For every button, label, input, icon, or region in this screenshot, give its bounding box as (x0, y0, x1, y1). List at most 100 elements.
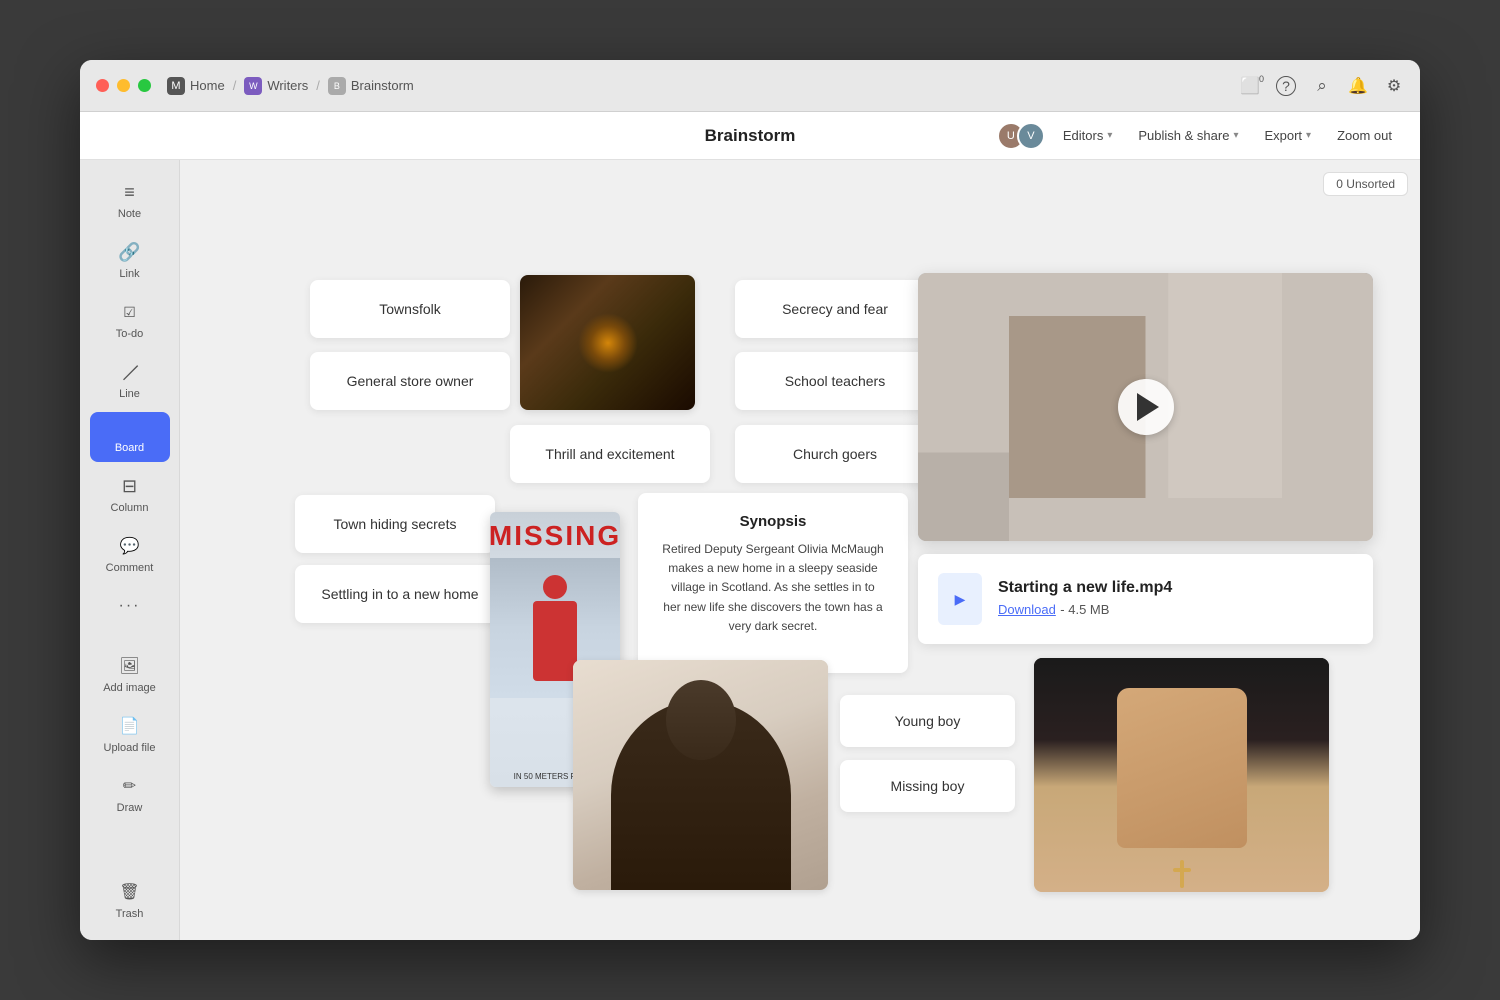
priest-photo (1034, 658, 1329, 892)
breadcrumb-sep-2: / (316, 78, 320, 93)
search-icon[interactable]: ⌕ (1312, 76, 1332, 96)
download-link[interactable]: Download (998, 602, 1056, 617)
breadcrumb-brainstorm-label: Brainstorm (351, 78, 414, 93)
writers-icon: W (244, 77, 262, 95)
sidebar-item-note[interactable]: ≡ Note (90, 172, 170, 228)
card-settling-in[interactable]: Settling in to a new home (295, 565, 505, 623)
sidebar-label-board: Board (115, 442, 144, 454)
settings-icon[interactable]: ⚙ (1384, 76, 1404, 96)
chevron-down-icon: ▾ (1306, 130, 1311, 141)
minimize-button[interactable] (117, 79, 130, 92)
sidebar-item-trash[interactable]: 🗑 Trash (90, 872, 170, 928)
file-icon (938, 573, 982, 625)
sidebar-label-draw: Draw (117, 802, 143, 814)
todo-icon: ☑ (118, 300, 142, 324)
link-icon: 🔗 (118, 240, 142, 264)
file-card[interactable]: Starting a new life.mp4 Download - 4.5 M… (918, 554, 1373, 644)
missing-text: MISSING (490, 520, 620, 552)
unsorted-badge: 0 Unsorted (1323, 172, 1408, 196)
publish-share-button[interactable]: Publish & share ▾ (1130, 124, 1246, 147)
close-button[interactable] (96, 79, 109, 92)
trash-icon: 🗑 (118, 880, 142, 904)
sidebar-label-link: Link (119, 268, 139, 280)
upload-icon: 📄 (118, 714, 142, 738)
tablet-icon[interactable]: ⬜ 0 (1240, 76, 1260, 96)
canvas: 0 Unsorted Townsfolk General store owner… (180, 160, 1420, 940)
file-size: - 4.5 MB (1060, 602, 1109, 617)
avatars: U V (997, 122, 1045, 150)
add-image-icon: 🖼 (118, 654, 142, 678)
board-icon (121, 420, 139, 438)
sidebar: ≡ Note 🔗 Link ☑ To-do — Line (80, 160, 180, 940)
breadcrumb-sep-1: / (233, 78, 237, 93)
column-icon: ⊟ (118, 474, 142, 498)
more-icon: ··· (118, 594, 142, 618)
file-download-row: Download - 4.5 MB (998, 601, 1172, 619)
comment-icon: 💬 (118, 534, 142, 558)
card-general-store[interactable]: General store owner (310, 352, 510, 410)
sidebar-label-note: Note (118, 208, 141, 220)
chevron-down-icon: ▾ (1233, 130, 1238, 141)
synopsis-card[interactable]: Synopsis Retired Deputy Sergeant Olivia … (638, 493, 908, 673)
breadcrumb-writers-label: Writers (267, 78, 308, 93)
card-school-teachers[interactable]: School teachers (735, 352, 935, 410)
sidebar-item-draw[interactable]: ✏ Draw (90, 766, 170, 822)
woman-photo (573, 660, 828, 890)
card-missing-boy[interactable]: Missing boy (840, 760, 1015, 812)
card-townsfolk[interactable]: Townsfolk (310, 280, 510, 338)
tunnel-image[interactable] (520, 275, 695, 410)
breadcrumb-home-label: Home (190, 78, 225, 93)
sidebar-item-board[interactable]: Board (90, 412, 170, 462)
draw-icon: ✏ (118, 774, 142, 798)
video-thumbnail (918, 273, 1373, 541)
breadcrumb-home[interactable]: M Home (167, 77, 225, 95)
zoom-out-button[interactable]: Zoom out (1329, 124, 1400, 147)
priest-image[interactable] (1034, 658, 1329, 892)
sidebar-item-more[interactable]: ··· (90, 586, 170, 626)
sidebar-item-comment[interactable]: 💬 Comment (90, 526, 170, 582)
sidebar-label-line: Line (119, 388, 140, 400)
sidebar-item-add-image[interactable]: 🖼 Add image (90, 646, 170, 702)
sidebar-label-todo: To-do (116, 328, 144, 340)
sidebar-item-upload[interactable]: 📄 Upload file (90, 706, 170, 762)
breadcrumb-brainstorm[interactable]: B Brainstorm (328, 77, 414, 95)
sidebar-label-column: Column (111, 502, 149, 514)
card-church-goers[interactable]: Church goers (735, 425, 935, 483)
home-icon: M (167, 77, 185, 95)
avatar-2: V (1017, 122, 1045, 150)
sidebar-item-column[interactable]: ⊟ Column (90, 466, 170, 522)
sidebar-label-comment: Comment (106, 562, 154, 574)
synopsis-text: Retired Deputy Sergeant Olivia McMaugh m… (662, 540, 884, 636)
sidebar-label-add-image: Add image (103, 682, 156, 694)
bell-icon[interactable]: 🔔 (1348, 76, 1368, 96)
appbar-right: U V Editors ▾ Publish & share ▾ Export ▾… (997, 122, 1400, 150)
export-button[interactable]: Export ▾ (1256, 124, 1319, 147)
note-icon: ≡ (118, 180, 142, 204)
card-town-hiding[interactable]: Town hiding secrets (295, 495, 495, 553)
woman-image[interactable] (573, 660, 828, 890)
sidebar-item-line[interactable]: — Line (90, 352, 170, 408)
titlebar: M Home / W Writers / B Brainstorm ⬜ 0 ? (80, 60, 1420, 112)
editors-button[interactable]: Editors ▾ (1055, 124, 1121, 147)
card-secrecy-fear[interactable]: Secrecy and fear (735, 280, 935, 338)
help-icon[interactable]: ? (1276, 76, 1296, 96)
sidebar-item-link[interactable]: 🔗 Link (90, 232, 170, 288)
titlebar-right: ⬜ 0 ? ⌕ 🔔 ⚙ (1240, 76, 1404, 96)
file-title: Starting a new life.mp4 (998, 579, 1172, 597)
breadcrumb-writers[interactable]: W Writers (244, 77, 308, 95)
chevron-down-icon: ▾ (1107, 130, 1112, 141)
line-icon: — (113, 355, 147, 389)
play-button[interactable] (1118, 379, 1174, 435)
app-window: M Home / W Writers / B Brainstorm ⬜ 0 ? (80, 60, 1420, 940)
breadcrumb: M Home / W Writers / B Brainstorm (167, 77, 414, 95)
main-layout: ≡ Note 🔗 Link ☑ To-do — Line (80, 160, 1420, 940)
video-card[interactable] (918, 273, 1373, 541)
sidebar-label-trash: Trash (116, 908, 144, 920)
sidebar-item-todo[interactable]: ☑ To-do (90, 292, 170, 348)
card-young-boy[interactable]: Young boy (840, 695, 1015, 747)
sidebar-label-upload: Upload file (104, 742, 156, 754)
brainstorm-icon: B (328, 77, 346, 95)
synopsis-title: Synopsis (662, 513, 884, 530)
maximize-button[interactable] (138, 79, 151, 92)
card-thrill[interactable]: Thrill and excitement (510, 425, 710, 483)
